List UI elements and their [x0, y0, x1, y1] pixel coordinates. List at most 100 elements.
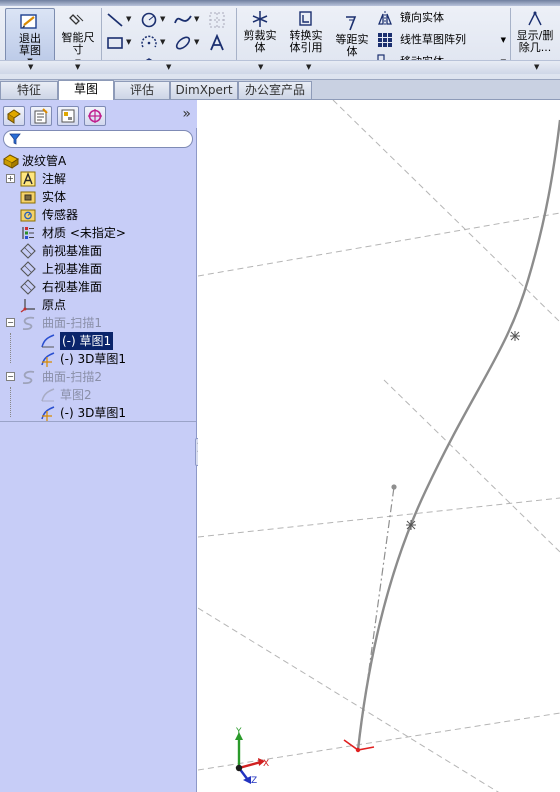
surface-sweep-icon [22, 370, 35, 385]
tree-item-right-plane[interactable]: 右视基准面 [0, 278, 197, 296]
dropdown-arrow[interactable]: ▼ [534, 63, 539, 71]
spline-point-marker[interactable] [510, 331, 520, 341]
ellipse-dropdown[interactable]: ▼ [194, 38, 199, 46]
offset-entities-button[interactable]: 等距实体 [330, 12, 374, 58]
linear-pattern-label: 线性草图阵列 [400, 33, 466, 46]
sensors-folder-icon [20, 209, 36, 222]
collapse-sweep2-toggle[interactable]: − [6, 372, 15, 381]
tab-office-products[interactable]: 办公室产品 [238, 81, 312, 99]
tree-item-label: 右视基准面 [42, 280, 103, 294]
tree-item-label: 前视基准面 [42, 244, 103, 258]
line-dropdown[interactable]: ▼ [126, 15, 131, 23]
configuration-manager-tab[interactable] [57, 106, 79, 126]
tab-evaluate[interactable]: 评估 [114, 81, 170, 99]
offset-entities-label: 等距实体 [335, 33, 369, 58]
triad-x-label: X [263, 759, 269, 769]
collapse-sweep1-toggle[interactable]: − [6, 318, 15, 327]
tree-item-label: 注解 [42, 172, 67, 186]
circle-icon[interactable] [140, 11, 158, 29]
surface-sweep-icon [22, 316, 35, 331]
reference-planes [198, 100, 560, 792]
dropdown-arrow[interactable]: ▼ [28, 63, 33, 71]
trim-entities-label: 剪裁实体 [243, 29, 277, 54]
dropdown-arrow[interactable]: ▼ [306, 63, 311, 71]
tree-item-label: 草图2 [60, 388, 92, 402]
tree-item-surface-sweep-2[interactable]: − 曲面-扫描2 [0, 368, 197, 386]
property-manager-tab[interactable] [30, 106, 52, 126]
curve-handle-point[interactable] [391, 484, 397, 490]
dimxpert-manager-tab[interactable] [84, 106, 106, 126]
feature-manager-panel: » 波纹管A + 注解 实体 传感器 材质 <未指定> 前视基准面 上视基准面 … [0, 100, 197, 792]
tree-item-label: (-) 3D草图1 [60, 352, 127, 366]
linear-pattern-button[interactable]: 线性草图阵列 ▼ [374, 30, 508, 52]
ellipse-icon[interactable] [174, 34, 192, 52]
display-delete-relations-button[interactable]: 显示/删除几... [512, 8, 558, 54]
construction-line[interactable] [357, 486, 395, 751]
tree-item-sketch-2[interactable]: 草图2 [0, 386, 197, 404]
smart-dimension-icon [69, 14, 84, 25]
plane-icon [20, 279, 36, 295]
spline-dropdown[interactable]: ▼ [194, 15, 199, 23]
dropdown-arrow[interactable]: ▼ [166, 63, 171, 71]
trim-entities-button[interactable]: 剪裁实体 [238, 8, 282, 54]
text-icon[interactable] [208, 34, 226, 52]
tree-filter-input[interactable] [3, 130, 193, 148]
feature-tree-tab[interactable] [3, 106, 25, 126]
part-icon [3, 154, 19, 169]
dropdown-arrow[interactable]: ▼ [258, 63, 263, 71]
tree-item-solid-bodies[interactable]: 实体 [0, 188, 197, 206]
tree-item-sensors[interactable]: 传感器 [0, 206, 197, 224]
tab-features[interactable]: 特征 [0, 81, 58, 99]
sweep-path-curve[interactable] [356, 119, 560, 751]
expand-annotations-toggle[interactable]: + [6, 174, 15, 183]
linear-pattern-dropdown[interactable]: ▼ [501, 30, 506, 50]
panel-tab-strip: » [0, 100, 197, 128]
expand-panel-icon[interactable]: » [182, 106, 191, 122]
dropdown-arrow[interactable]: ▼ [75, 63, 80, 71]
tree-item-label: 材质 <未指定> [42, 226, 126, 240]
circle-dropdown[interactable]: ▼ [160, 15, 165, 23]
tree-item-sketch-1[interactable]: (-) 草图1 [0, 332, 197, 350]
tree-item-front-plane[interactable]: 前视基准面 [0, 242, 197, 260]
tree-item-label: 曲面-扫描2 [42, 370, 102, 384]
tab-dimxpert[interactable]: DimXpert [170, 81, 238, 99]
tree-item-origin[interactable]: 原点 [0, 296, 197, 314]
sketch-origin-point[interactable] [355, 747, 361, 753]
configuration-manager-icon [61, 109, 75, 123]
sketch-icon [41, 334, 55, 348]
annotations-icon [20, 171, 36, 187]
tree-item-material[interactable]: 材质 <未指定> [0, 224, 197, 242]
tree-item-3d-sketch-1[interactable]: (-) 3D草图1 [0, 350, 197, 368]
offset-entities-icon [346, 16, 357, 31]
tree-item-top-plane[interactable]: 上视基准面 [0, 260, 197, 278]
tree-root-part[interactable]: 波纹管A [0, 152, 197, 170]
convert-entities-button[interactable]: 转换实体引用 [284, 8, 328, 54]
ribbon-dropdown-bar: ▼ ▼ ▼ ▼ ▼ ▼ [0, 60, 560, 74]
tree-item-3d-sketch-1b[interactable]: (-) 3D草图1 [0, 404, 197, 422]
mirror-entities-button[interactable]: 镜向实体 [374, 8, 508, 30]
convert-entities-icon [299, 11, 312, 26]
grid-snap-icon[interactable] [208, 11, 226, 29]
triad-y-label: Y [235, 727, 242, 737]
feature-tree: 波纹管A + 注解 实体 传感器 材质 <未指定> 前视基准面 上视基准面 右视… [0, 152, 197, 422]
tree-item-annotations[interactable]: + 注解 [0, 170, 197, 188]
arc-dropdown[interactable]: ▼ [160, 38, 165, 46]
panel-divider [0, 421, 196, 422]
triad-z-label: Z [251, 776, 257, 786]
spline-icon[interactable] [174, 11, 192, 29]
arc-icon[interactable] [140, 34, 158, 52]
smart-dimension-label: 智能尺寸 [61, 31, 95, 56]
reference-triad [235, 732, 265, 784]
tree-item-label-selected: (-) 草图1 [60, 332, 114, 350]
tab-sketch[interactable]: 草图 [58, 80, 114, 100]
spline-point-marker[interactable] [406, 520, 416, 530]
mirror-entities-label: 镜向实体 [400, 11, 444, 24]
relations-icon [528, 11, 542, 26]
tree-item-label: 传感器 [42, 208, 79, 222]
exit-sketch-label: 退出草图 [19, 32, 41, 57]
rectangle-dropdown[interactable]: ▼ [126, 38, 131, 46]
tree-item-surface-sweep-1[interactable]: − 曲面-扫描1 [0, 314, 197, 332]
rectangle-icon[interactable] [106, 34, 124, 52]
line-icon[interactable] [106, 11, 124, 29]
graphics-viewport[interactable]: Y X Z [198, 100, 560, 792]
